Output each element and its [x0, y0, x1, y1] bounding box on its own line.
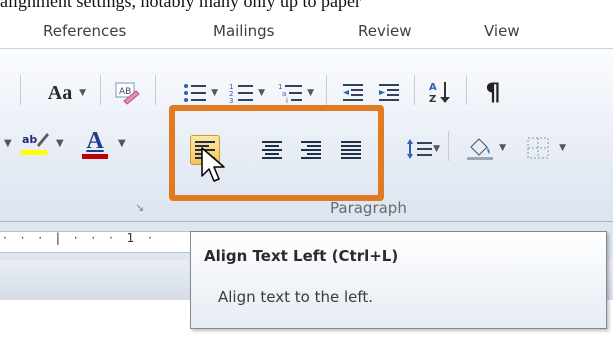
tab-review[interactable]: Review — [358, 22, 412, 40]
multilevel-list-icon: 1 a i — [278, 83, 302, 104]
chevron-down-icon: ▼ — [118, 138, 126, 149]
sort-icon: A Z — [429, 82, 450, 105]
decrease-indent-button[interactable] — [338, 79, 368, 107]
svg-text:AB: AB — [119, 87, 131, 97]
decrease-indent-icon — [343, 84, 363, 101]
text-highlight-color-button[interactable]: ab — [20, 127, 50, 161]
svg-text:Z: Z — [429, 94, 436, 105]
chevron-down-icon: ▼ — [211, 88, 218, 98]
mouse-pointer-icon — [201, 147, 225, 182]
chevron-down-icon: ▼ — [433, 144, 440, 154]
show-hide-paragraph-button[interactable]: ¶ — [478, 77, 508, 107]
separator — [448, 131, 449, 161]
bullets-icon — [184, 84, 206, 102]
tooltip: Align Text Left (Ctrl+L) Align text to t… — [190, 231, 607, 329]
chevron-down-icon: ▼ — [56, 138, 64, 149]
clear-formatting-icon: AB — [115, 82, 140, 105]
change-case-button[interactable]: Aa ▼ — [40, 79, 86, 107]
borders-button[interactable]: ▼ — [518, 133, 566, 163]
separator — [326, 75, 327, 105]
sort-button[interactable]: A Z — [425, 77, 455, 107]
separator — [100, 75, 101, 105]
svg-text:A: A — [429, 82, 437, 93]
chevron-down-icon: ▼ — [258, 88, 265, 98]
clear-formatting-button[interactable]: AB — [113, 79, 141, 107]
line-spacing-button[interactable]: ▼ — [402, 135, 440, 163]
borders-icon — [527, 137, 549, 159]
change-case-icon: Aa — [47, 81, 73, 104]
caption-fragment: alignment settings, notably many only up… — [0, 0, 613, 14]
increase-indent-icon — [379, 84, 399, 101]
bullets-button[interactable]: ▼ — [176, 79, 218, 107]
tab-view[interactable]: View — [484, 22, 520, 40]
paint-bucket-icon — [467, 138, 493, 160]
tooltip-description: Align text to the left. — [218, 288, 374, 306]
highlighter-icon: ab — [21, 133, 49, 155]
tooltip-title: Align Text Left (Ctrl+L) — [204, 247, 399, 265]
tab-mailings[interactable]: Mailings — [213, 22, 274, 40]
pilcrow-icon: ¶ — [485, 78, 501, 106]
chevron-down-icon: ▼ — [307, 88, 314, 98]
line-spacing-icon — [407, 139, 432, 159]
separator — [466, 75, 467, 105]
svg-text:ab: ab — [22, 133, 37, 146]
svg-text:i: i — [286, 97, 288, 104]
chevron-down-icon: ▼ — [559, 143, 566, 153]
tab-references[interactable]: References — [43, 22, 126, 40]
chevron-down-icon: ▼ — [79, 88, 86, 98]
font-color-button[interactable]: A — [80, 127, 110, 161]
ruler-track: · · · | · · · 1 · — [0, 231, 205, 253]
font-color-icon: A — [86, 127, 104, 154]
ribbon-tab-bar: References Mailings Review View — [0, 14, 613, 48]
separator — [20, 75, 21, 105]
svg-text:3: 3 — [229, 97, 233, 104]
chevron-down-icon: ▼ — [499, 143, 506, 153]
separator — [155, 75, 156, 105]
chevron-down-icon: ▼ — [4, 138, 12, 149]
multilevel-list-button[interactable]: 1 a i ▼ — [272, 79, 314, 107]
separator — [414, 75, 415, 105]
numbering-icon: 1 2 3 — [229, 83, 253, 104]
numbering-button[interactable]: 1 2 3 ▼ — [223, 79, 265, 107]
shading-button[interactable]: ▼ — [460, 133, 506, 163]
ruler-ticks: · · · | · · · 1 · — [3, 231, 157, 245]
caption-fragment-text: alignment settings, notably many only up… — [0, 0, 361, 11]
increase-indent-button[interactable] — [374, 79, 404, 107]
paragraph-dialog-launcher[interactable]: ↘ — [135, 201, 144, 214]
font-color-swatch — [82, 153, 108, 159]
paragraph-group-label: Paragraph — [330, 199, 407, 217]
